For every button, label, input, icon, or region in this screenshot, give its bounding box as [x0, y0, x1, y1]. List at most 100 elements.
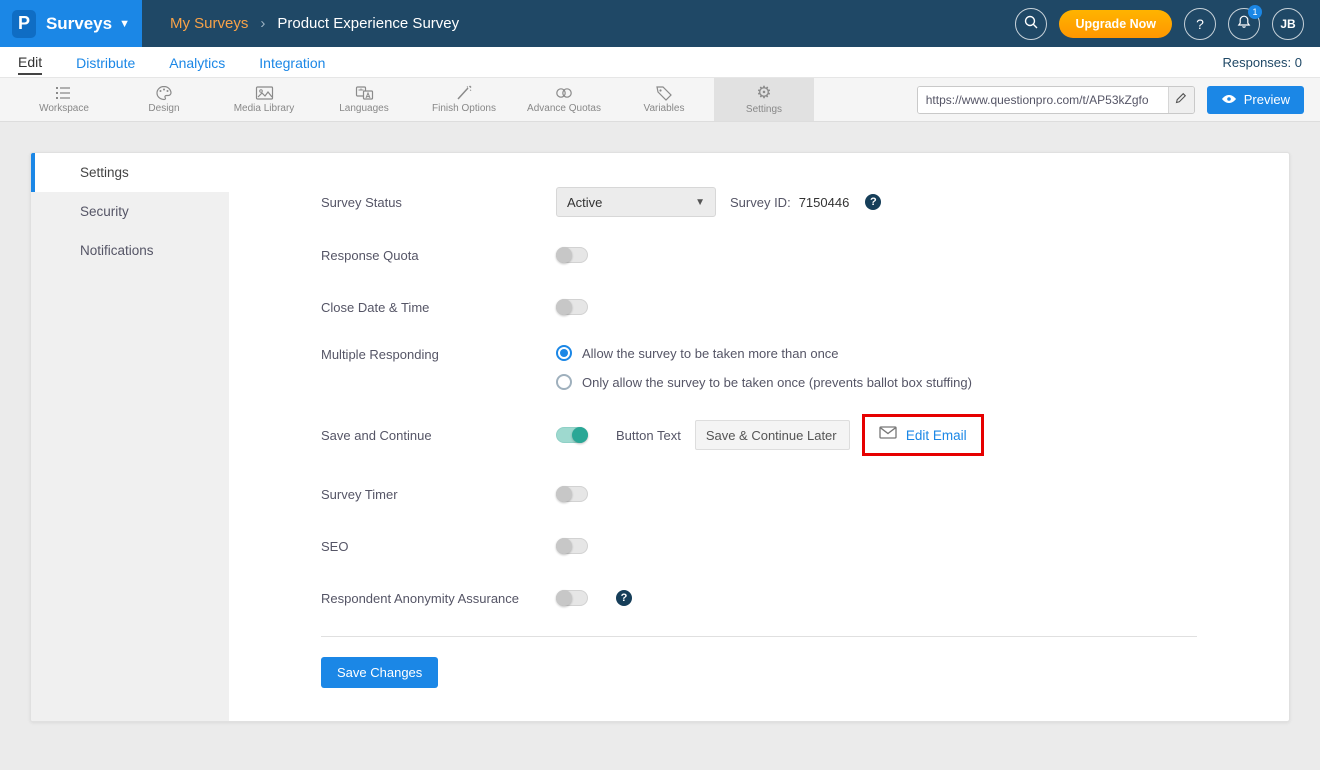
question-icon: ? [1196, 16, 1204, 32]
notifications-button[interactable]: 1 [1228, 8, 1260, 40]
edit-url-button[interactable] [1168, 86, 1194, 114]
seo-label: SEO [321, 539, 556, 554]
toggle-knob [556, 590, 572, 606]
edit-email-highlight[interactable]: Edit Email [862, 414, 984, 456]
edit-email-link[interactable]: Edit Email [906, 428, 967, 443]
radio-option-multiple-allowed[interactable]: Allow the survey to be taken more than o… [556, 345, 972, 361]
help-button[interactable]: ? [1184, 8, 1216, 40]
product-label: Surveys [46, 14, 112, 34]
save-changes-button[interactable]: Save Changes [321, 657, 438, 688]
questionpro-app: P Surveys ▼ My Surveys › Product Experie… [0, 0, 1320, 770]
close-date-label: Close Date & Time [321, 300, 556, 315]
wand-icon [455, 85, 473, 101]
avatar-initials: JB [1280, 17, 1295, 31]
settings-page: Settings Security Notifications Survey S… [0, 122, 1320, 752]
tab-analytics[interactable]: Analytics [169, 51, 225, 74]
survey-id-label: Survey ID: [730, 195, 791, 210]
survey-status-value: Active [567, 195, 602, 210]
toolbar-finish-options[interactable]: Finish Options [414, 78, 514, 121]
toolbar-media-library[interactable]: Media Library [214, 78, 314, 121]
save-continue-row: Save and Continue Button Text Edit Email [321, 414, 1197, 456]
sidebar-item-notifications[interactable]: Notifications [31, 231, 229, 270]
survey-id-value: 7150446 [799, 195, 850, 210]
edit-toolbar: Workspace Design Media Library Languages… [0, 78, 1320, 122]
multiple-responding-options: Allow the survey to be taken more than o… [556, 345, 972, 390]
pencil-icon [1175, 91, 1187, 109]
search-icon [1023, 14, 1039, 33]
settings-card: Settings Security Notifications Survey S… [30, 152, 1290, 722]
radio-option-once-only[interactable]: Only allow the survey to be taken once (… [556, 374, 972, 390]
survey-timer-row: Survey Timer [321, 480, 1197, 508]
product-switcher[interactable]: P Surveys ▼ [0, 0, 142, 47]
anonymity-toggle[interactable] [556, 590, 588, 606]
survey-url-input[interactable] [918, 87, 1168, 113]
survey-url-wrap [917, 86, 1195, 114]
tab-edit[interactable]: Edit [18, 50, 42, 75]
save-continue-label: Save and Continue [321, 428, 556, 443]
breadcrumb: My Surveys › Product Experience Survey [170, 15, 459, 32]
survey-status-row: Survey Status Active ▼ Survey ID: 715044… [321, 187, 1197, 217]
questionpro-logo: P [12, 10, 36, 38]
toggle-knob [556, 538, 572, 554]
anonymity-help-icon[interactable]: ? [616, 590, 632, 606]
sidebar-item-security[interactable]: Security [31, 192, 229, 231]
toggle-knob [556, 299, 572, 315]
upgrade-now-button[interactable]: Upgrade Now [1059, 10, 1172, 38]
close-date-toggle[interactable] [556, 299, 588, 315]
toolbar-languages[interactable]: Languages [314, 78, 414, 121]
toggle-knob [556, 486, 572, 502]
toolbar-advance-quotas[interactable]: Advance Quotas [514, 78, 614, 121]
survey-status-select[interactable]: Active ▼ [556, 187, 716, 217]
chevron-down-icon: ▼ [695, 197, 705, 208]
radio-unselected-icon [556, 374, 572, 390]
breadcrumb-my-surveys[interactable]: My Surveys [170, 15, 248, 32]
preview-button[interactable]: Preview [1207, 86, 1304, 114]
breadcrumb-survey-title: Product Experience Survey [277, 15, 459, 32]
button-text-label: Button Text [616, 428, 681, 443]
links-icon [554, 85, 574, 101]
toolbar-item-label: Media Library [234, 103, 295, 114]
close-date-row: Close Date & Time [321, 293, 1197, 321]
survey-timer-toggle[interactable] [556, 486, 588, 502]
tab-distribute[interactable]: Distribute [76, 51, 135, 74]
button-text-input[interactable] [695, 420, 850, 450]
topbar-actions: Upgrade Now ? 1 JB [1015, 8, 1320, 40]
envelope-icon [879, 426, 897, 444]
toolbar-item-label: Finish Options [432, 103, 496, 114]
gear-icon: ⚙ [756, 84, 771, 102]
survey-id-help-icon[interactable]: ? [865, 194, 881, 210]
toolbar-item-label: Advance Quotas [527, 103, 601, 114]
user-avatar[interactable]: JB [1272, 8, 1304, 40]
survey-main-nav: Edit Distribute Analytics Integration Re… [0, 47, 1320, 78]
anonymity-row: Respondent Anonymity Assurance ? [321, 584, 1197, 612]
toolbar-design[interactable]: Design [114, 78, 214, 121]
seo-toggle[interactable] [556, 538, 588, 554]
toolbar-settings[interactable]: ⚙ Settings [714, 78, 814, 121]
toolbar-right: Preview [917, 78, 1320, 121]
toolbar-item-label: Design [148, 103, 179, 114]
settings-sidebar: Settings Security Notifications [31, 153, 229, 721]
multiple-responding-row: Multiple Responding Allow the survey to … [321, 345, 1197, 390]
sidebar-item-settings[interactable]: Settings [31, 153, 229, 192]
save-continue-toggle[interactable] [556, 427, 588, 443]
radio-selected-icon [556, 345, 572, 361]
breadcrumb-separator-icon: › [260, 15, 265, 32]
response-quota-toggle[interactable] [556, 247, 588, 263]
toolbar-item-label: Variables [644, 103, 685, 114]
tag-icon [655, 85, 673, 101]
toggle-knob [572, 427, 588, 443]
response-quota-row: Response Quota [321, 241, 1197, 269]
toggle-knob [556, 247, 572, 263]
tab-integration[interactable]: Integration [259, 51, 325, 74]
palette-icon [155, 85, 173, 101]
chevron-down-icon: ▼ [119, 18, 130, 30]
anonymity-label: Respondent Anonymity Assurance [321, 591, 556, 606]
survey-status-label: Survey Status [321, 195, 556, 210]
workspace-icon [55, 85, 73, 101]
responses-count: Responses: 0 [1223, 55, 1303, 70]
toolbar-workspace[interactable]: Workspace [14, 78, 114, 121]
multiple-responding-label: Multiple Responding [321, 345, 556, 362]
search-button[interactable] [1015, 8, 1047, 40]
toolbar-variables[interactable]: Variables [614, 78, 714, 121]
survey-timer-label: Survey Timer [321, 487, 556, 502]
